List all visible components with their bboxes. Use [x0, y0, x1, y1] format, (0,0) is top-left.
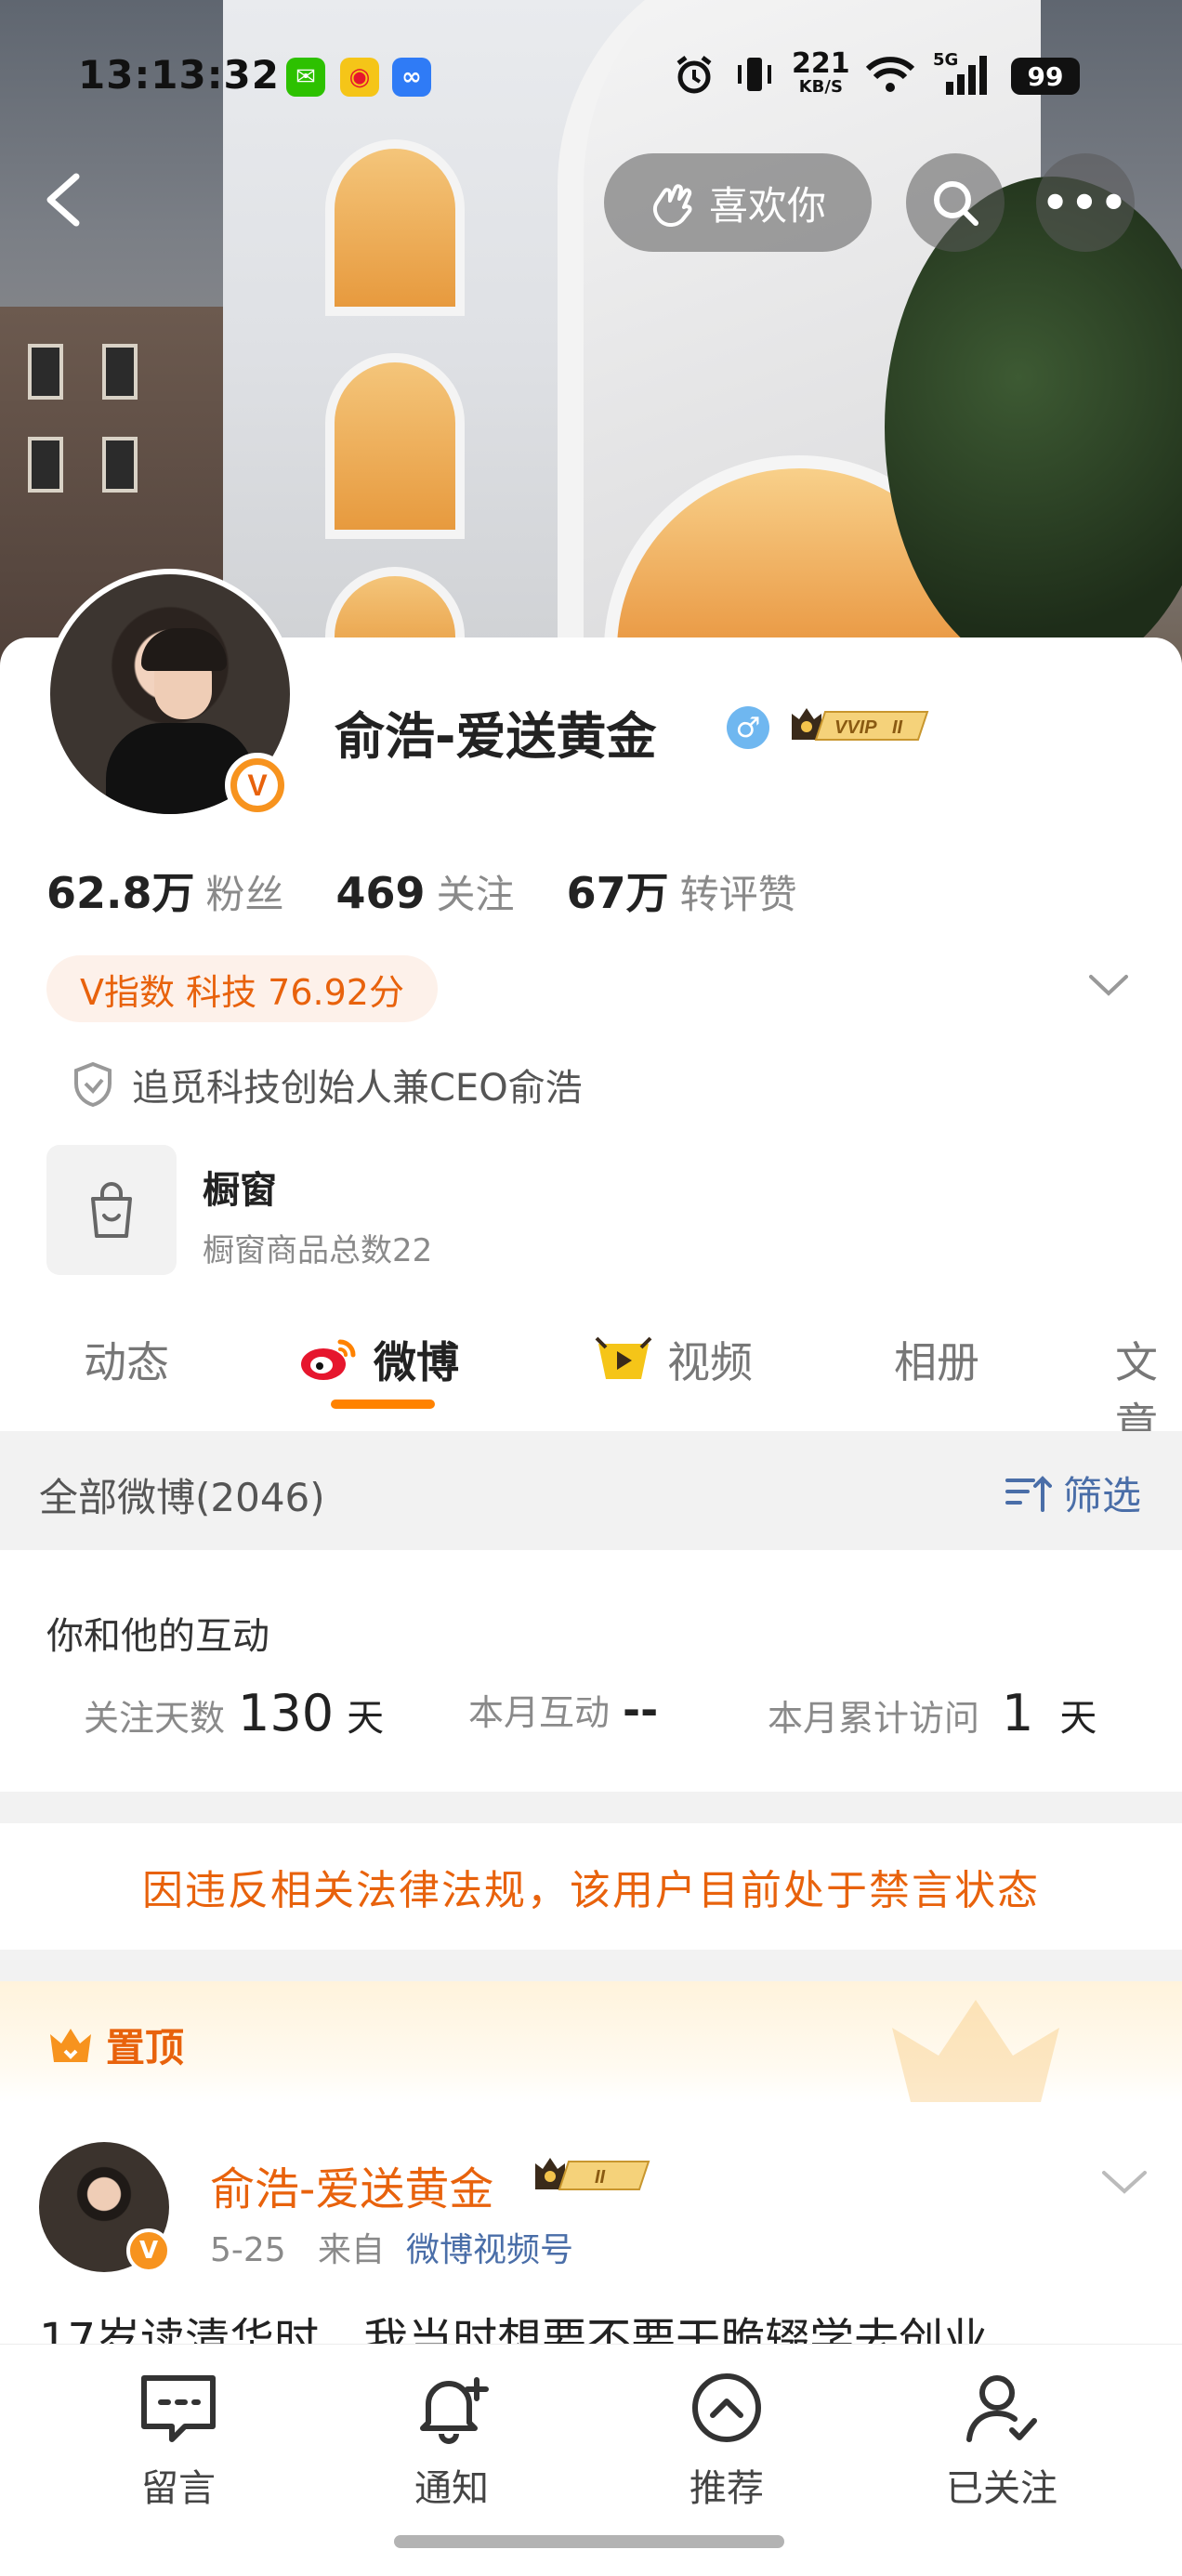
tab-album[interactable]: 相册 — [894, 1329, 979, 1390]
month-interaction-stat: 本月互动 -- — [468, 1685, 659, 1735]
weibo-icon: ◉ — [340, 58, 379, 97]
like-you-label: 喜欢你 — [708, 182, 826, 229]
profile-stats: 62.8万 粉丝 469 关注 67万 转评赞 — [46, 860, 849, 921]
back-button[interactable] — [37, 167, 93, 232]
post-options-chevron-icon[interactable] — [1100, 2167, 1149, 2197]
home-indicator[interactable] — [394, 2535, 784, 2548]
interaction-panel: 你和他的互动 关注天数 130 天 本月互动 -- 本月累计访问 1 天 — [0, 1550, 1182, 1792]
following-status-button[interactable]: 已关注 — [909, 2371, 1095, 2512]
hand-wave-icon — [652, 184, 692, 227]
section-divider — [0, 1792, 1182, 1823]
message-button[interactable]: 留言 — [85, 2371, 271, 2512]
expand-chevron-icon[interactable] — [1087, 971, 1130, 999]
filter-button[interactable]: 筛选 — [1004, 1465, 1141, 1521]
post-verified-badge: V — [126, 2228, 171, 2273]
pinned-label: 置顶 — [46, 2017, 184, 2073]
followers-label: 粉丝 — [205, 872, 284, 917]
profile-tabs: 动态 微博 视频 相册 文章 — [0, 1310, 1182, 1449]
cloud-app-icon: ∞ — [392, 58, 431, 97]
ban-notice: 因违反相关法律法规，该用户目前处于禁言状态 — [0, 1823, 1182, 1950]
more-options-button[interactable]: ••• — [1036, 153, 1135, 252]
weibo-logo-icon — [301, 1339, 356, 1380]
post-vip-badge[interactable]: II — [532, 2154, 656, 2197]
interaction-title: 你和他的互动 — [46, 1615, 269, 1658]
verification-info: 追觅科技创始人兼CEO俞浩 — [72, 1058, 583, 1111]
v-index-badge[interactable]: V指数 科技 76.92分 — [46, 955, 438, 1022]
svg-text:II: II — [595, 2167, 606, 2188]
post-text[interactable]: 17岁读清华时，我当时想要不要干脆辍学去创业 — [39, 2303, 1145, 2346]
search-button[interactable] — [906, 153, 1005, 252]
filter-bar: 全部微博(2046) 筛选 — [0, 1431, 1182, 1550]
cellular-signal-icon: 5G — [933, 50, 992, 100]
like-you-button[interactable]: 喜欢你 — [604, 153, 872, 252]
profile-name: 俞浩-爱送黄金 — [335, 707, 657, 766]
follow-days-stat: 关注天数 130 天 — [84, 1684, 385, 1742]
shopping-bag-icon — [91, 1182, 132, 1238]
svg-text:VVIP: VVIP — [834, 717, 877, 738]
search-icon — [934, 181, 978, 226]
shop-subtitle: 橱窗商品总数22 — [203, 1232, 433, 1269]
crown-icon — [50, 2028, 91, 2062]
followers-count[interactable]: 62.8万 — [46, 860, 195, 921]
tab-weibo[interactable]: 微博 — [297, 1329, 459, 1390]
user-check-icon — [966, 2375, 1037, 2442]
shop-window-tile[interactable] — [46, 1145, 177, 1275]
battery-indicator: 99 — [1011, 58, 1080, 95]
engagement-count[interactable]: 67万 — [567, 860, 669, 921]
net-speed: 221 KB/S — [792, 47, 850, 97]
following-count[interactable]: 469 — [336, 868, 426, 918]
section-divider — [0, 1950, 1182, 1981]
wifi-icon — [864, 54, 916, 99]
recommend-button[interactable]: 推荐 — [634, 2371, 820, 2512]
verified-v-badge: V — [225, 753, 290, 818]
svg-text:II: II — [892, 717, 903, 738]
crown-watermark — [892, 2000, 1059, 2102]
post-source-prefix: 来自 — [318, 2231, 386, 2269]
message-icon — [141, 2375, 216, 2442]
wechat-icon: ✉ — [286, 58, 325, 97]
engagement-label: 转评赞 — [679, 872, 797, 917]
post-source-link[interactable]: 微博视频号 — [406, 2231, 573, 2269]
tab-dynamics[interactable]: 动态 — [84, 1329, 169, 1390]
notify-button[interactable]: 通知 — [359, 2371, 545, 2512]
post-meta: 5-25 来自 微博视频号 — [210, 2223, 573, 2271]
video-play-icon — [595, 1336, 652, 1379]
pinned-header: 置顶 — [0, 1981, 1182, 2102]
status-bar: 13:13:32 ✉ ◉ ∞ 221 KB/S 5G 99 — [0, 0, 1182, 149]
alarm-icon — [673, 54, 716, 100]
active-tab-indicator — [331, 1400, 435, 1409]
bell-plus-icon — [420, 2377, 489, 2444]
vibrate-icon — [736, 52, 773, 100]
post-author-name[interactable]: 俞浩-爱送黄金 — [210, 2152, 493, 2217]
all-posts-count: 全部微博(2046) — [39, 1475, 325, 1520]
post-date: 5-25 — [210, 2231, 286, 2269]
verification-text: 追觅科技创始人兼CEO俞浩 — [132, 1067, 583, 1110]
vvip-badge[interactable]: VVIP II — [788, 704, 937, 747]
month-visits-stat: 本月累计访问 1 天 — [768, 1684, 1097, 1742]
shop-title[interactable]: 橱窗 — [203, 1160, 277, 1214]
back-arrow-icon — [46, 173, 80, 227]
following-label: 关注 — [436, 872, 515, 917]
chevron-up-circle-icon — [692, 2373, 761, 2442]
more-dots-icon: ••• — [1041, 177, 1130, 228]
filter-icon — [1005, 1475, 1052, 1512]
shield-icon — [74, 1061, 112, 1108]
tab-video[interactable]: 视频 — [595, 1329, 753, 1390]
status-time: 13:13:32 — [78, 52, 280, 98]
male-gender-icon: ♂ — [727, 706, 769, 749]
